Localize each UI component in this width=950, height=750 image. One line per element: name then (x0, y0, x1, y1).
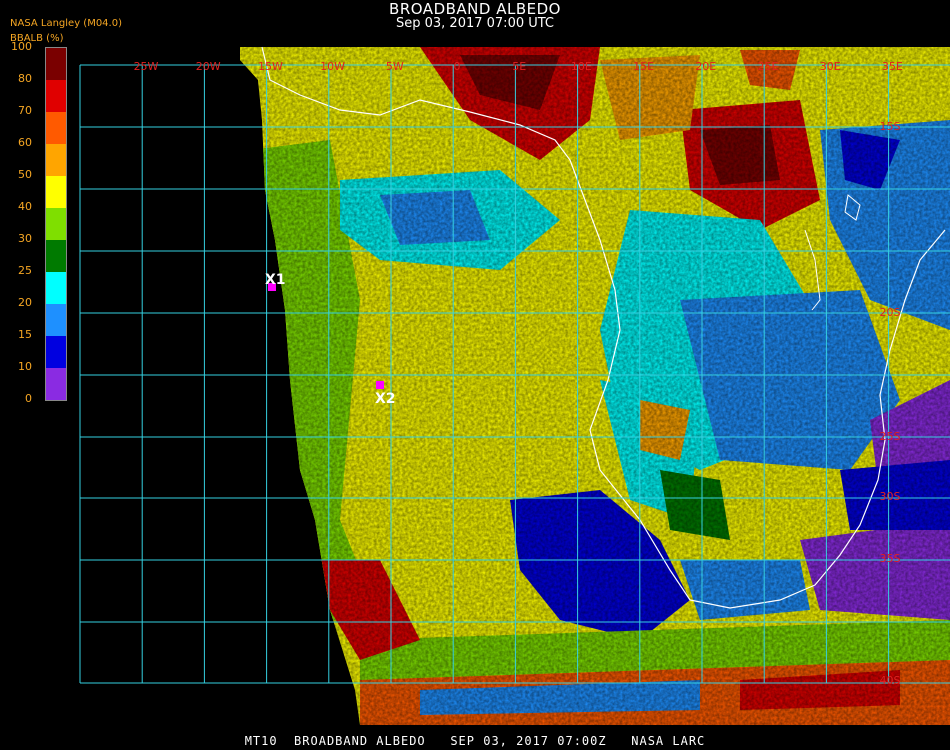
colorbar-tick-label: 40 (18, 200, 32, 213)
marker-x1-label: X1 (265, 272, 286, 288)
colorbar-tick-label: 25 (18, 264, 32, 277)
colorbar (45, 47, 67, 401)
albedo-imagery (240, 47, 950, 725)
colorbar-segment (46, 336, 66, 368)
producer-label: NASA Langley (M04.0) (10, 18, 122, 29)
marker-x2-label: X2 (375, 391, 396, 407)
colorbar-tick-label: 30 (18, 232, 32, 245)
colorbar-segment (46, 272, 66, 304)
colorbar-segment (46, 176, 66, 208)
longitude-label: 15W (258, 60, 283, 73)
latitude-label: 30S (880, 490, 901, 503)
longitude-label: 5W (386, 60, 404, 73)
albedo-map: 25W 20W 15W 10W 5W 0 5E 10E 15E 20E 25E 30E 35E 15S 2… (79, 46, 950, 725)
colorbar-tick-label: 60 (18, 136, 32, 149)
colorbar-segment (46, 240, 66, 272)
longitude-label: 15E (633, 60, 654, 73)
colorbar-segment (46, 368, 66, 400)
longitude-label: 20E (695, 60, 716, 73)
colorbar-tick-label: 50 (18, 168, 32, 181)
colorbar-segment (46, 80, 66, 112)
colorbar-tick-label: 10 (18, 360, 32, 373)
marker-x2-dot (376, 381, 384, 389)
colorbar-segment (46, 208, 66, 240)
longitude-label: 25W (134, 60, 159, 73)
latitude-label: 20S (880, 306, 901, 319)
longitude-label: 5E (512, 60, 526, 73)
longitude-label: 0 (454, 60, 461, 73)
colorbar-segment (46, 144, 66, 176)
colorbar-tick-label: 0 (25, 392, 32, 405)
colorbar-tick-label: 100 (11, 40, 32, 53)
colorbar-tick-label: 15 (18, 328, 32, 341)
latitude-label: 35S (880, 552, 901, 565)
colorbar-tick-label: 80 (18, 72, 32, 85)
colorbar-segment (46, 112, 66, 144)
longitude-label: 10E (571, 60, 592, 73)
map-timestamp: Sep 03, 2017 07:00 UTC (395, 16, 555, 31)
colorbar-tick-label: 20 (18, 296, 32, 309)
latitude-label: 25S (880, 430, 901, 443)
longitude-label: 30E (820, 60, 841, 73)
longitude-label: 20W (196, 60, 221, 73)
colorbar-segment (46, 48, 66, 80)
latitude-label: 15S (880, 120, 901, 133)
longitude-label: 25E (758, 60, 779, 73)
latitude-label: 40S (880, 674, 901, 687)
longitude-label: 35E (882, 60, 903, 73)
colorbar-tick-label: 70 (18, 104, 32, 117)
longitude-label: 10W (320, 60, 345, 73)
footer-caption: MT10 BROADBAND ALBEDO SEP 03, 2017 07:00… (244, 734, 706, 748)
colorbar-segment (46, 304, 66, 336)
